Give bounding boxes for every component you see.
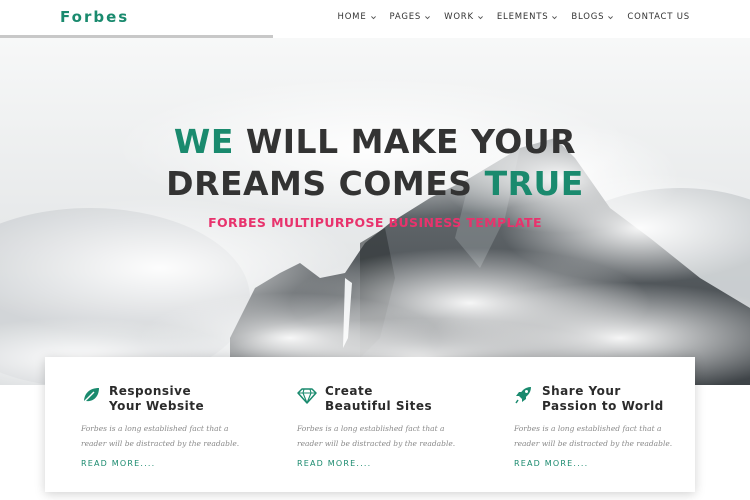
feature-description-line: reader will be distracted by the readabl… — [81, 439, 240, 448]
read-more-link[interactable]: READ MORE.... — [297, 459, 371, 468]
feature-description-line: reader will be distracted by the readabl… — [514, 439, 673, 448]
chevron-down-icon — [552, 15, 558, 19]
rocket-icon — [515, 387, 531, 404]
read-more-link[interactable]: READ MORE.... — [514, 459, 588, 468]
feature-description-line: Forbes is a long established fact that a — [81, 424, 229, 433]
chevron-down-icon — [608, 15, 614, 19]
main-nav: HOME PAGES WORK ELEMENTS BLOGS CONTACT U… — [338, 0, 691, 34]
chevron-down-icon — [477, 15, 483, 19]
nav-item-label: HOME — [337, 12, 367, 22]
feature-description-line: Forbes is a long established fact that a — [514, 424, 662, 433]
nav-item-label: PAGES — [389, 12, 422, 22]
feature-description-line: reader will be distracted by the readabl… — [297, 439, 456, 448]
feature-description: Forbes is a long established fact that a… — [81, 421, 261, 451]
hero-subtitle: FORBES MULTIPURPOSE BUSINESS TEMPLATE — [208, 215, 542, 230]
read-more-link[interactable]: READ MORE.... — [81, 459, 155, 468]
hero-heading-text: DREAMS COMES — [166, 164, 485, 203]
site-logo[interactable]: Forbes — [60, 8, 129, 26]
feature-description-line: Forbes is a long established fact that a — [297, 424, 445, 433]
hero-heading-accent: WE — [173, 122, 234, 161]
nav-item-blogs[interactable]: BLOGS — [571, 12, 614, 22]
diamond-icon — [297, 388, 317, 404]
feature-title: Responsive Your Website — [109, 384, 284, 413]
feature-description: Forbes is a long established fact that a… — [514, 421, 694, 451]
feature-description: Forbes is a long established fact that a… — [297, 421, 477, 451]
hero-heading-text: WILL MAKE YOUR — [233, 122, 577, 161]
nav-item-label: ELEMENTS — [496, 12, 549, 22]
nav-item-elements[interactable]: ELEMENTS — [497, 12, 559, 22]
page-load-bar — [0, 35, 273, 38]
feature-item: Share Your Passion to World Forbes is a … — [514, 357, 714, 492]
features-card: Responsive Your Website Forbes is a long… — [45, 357, 695, 492]
feature-title-line: Responsive — [109, 384, 192, 398]
hero-heading-line1: WE WILL MAKE YOUR — [0, 122, 750, 161]
feature-title-line: Your Website — [109, 398, 205, 413]
nav-item-label: WORK — [444, 12, 474, 22]
nav-item-work[interactable]: WORK — [444, 12, 484, 22]
hero-heading-accent: TRUE — [484, 164, 584, 203]
nav-item-label: CONTACT US — [627, 12, 690, 22]
feature-title-line: Share Your — [542, 384, 621, 398]
feature-title: Share Your Passion to World — [542, 384, 717, 413]
feature-item: Responsive Your Website Forbes is a long… — [81, 357, 281, 492]
feature-item: Create Beautiful Sites Forbes is a long … — [297, 357, 497, 492]
feature-title-line: Passion to World — [542, 398, 664, 413]
feature-title: Create Beautiful Sites — [325, 384, 500, 413]
leaf-icon — [82, 388, 99, 404]
site-header: Forbes HOME PAGES WORK ELEMENTS BLOGS CO… — [0, 0, 750, 38]
feature-title-line: Create — [325, 384, 373, 398]
feature-title-line: Beautiful Sites — [325, 398, 433, 413]
nav-item-contact-us[interactable]: CONTACT US — [627, 12, 690, 22]
chevron-down-icon — [370, 15, 376, 19]
hero-heading-line2: DREAMS COMES TRUE — [0, 164, 750, 203]
hero-section: WE WILL MAKE YOUR DREAMS COMES TRUE FORB… — [0, 38, 750, 385]
nav-item-pages[interactable]: PAGES — [390, 12, 432, 22]
nav-item-label: BLOGS — [571, 12, 605, 22]
chevron-down-icon — [425, 15, 431, 19]
hero-mountain-image — [0, 38, 750, 385]
nav-item-home[interactable]: HOME — [338, 12, 377, 22]
